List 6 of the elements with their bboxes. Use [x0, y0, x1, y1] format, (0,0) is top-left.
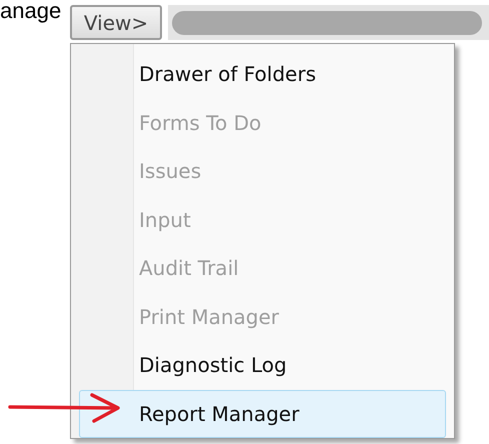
menu-item[interactable]: Diagnostic Log — [79, 341, 446, 390]
view-button[interactable]: View> — [70, 5, 162, 40]
menu-item[interactable]: Report Manager — [79, 390, 446, 438]
page-heading: anage — [0, 0, 62, 22]
arrow-icon — [8, 391, 122, 423]
menu-item[interactable]: Drawer of Folders — [79, 50, 446, 98]
